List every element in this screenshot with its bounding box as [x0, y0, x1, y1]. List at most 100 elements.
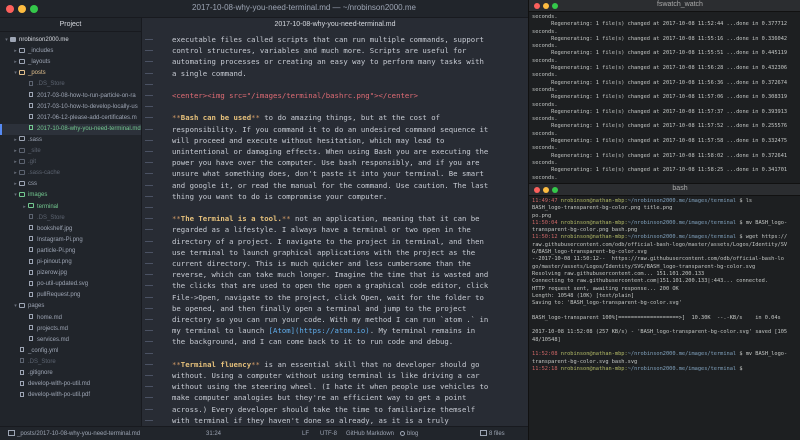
- terminal-top-output[interactable]: seconds. Regenerating: 1 file(s) changed…: [532, 14, 800, 182]
- terminal-token: $: [736, 365, 746, 372]
- gutter-mark: [145, 95, 153, 96]
- editor-line: and google it, or read the manual for th…: [172, 180, 488, 191]
- tree-file[interactable]: .DS_Store: [0, 79, 141, 90]
- tree-item-label: _config.yml: [28, 347, 59, 354]
- editor-token: will proceed and execute without hesitat…: [172, 135, 445, 145]
- terminal-line: 11:52:18 nrobinson@nathan-mbp:~/nrobinso…: [532, 366, 800, 373]
- tree-folder[interactable]: ▸ _layouts: [0, 57, 141, 68]
- maximize-window-button[interactable]: [30, 5, 38, 13]
- gutter-mark: [145, 128, 153, 130]
- tree-file[interactable]: 2017-06-12-please-add-certificates.m: [0, 113, 141, 124]
- terminal-top-close-button[interactable]: [534, 3, 540, 9]
- tree-file[interactable]: particle-Pi.png: [0, 246, 141, 257]
- tree-folder[interactable]: ▸ _site: [0, 146, 141, 157]
- terminal-token: transparent-bg-color.png bash.png: [532, 227, 638, 234]
- terminal-line: seconds.: [532, 72, 558, 79]
- tree-item-label: _layouts: [28, 59, 51, 66]
- tree-file[interactable]: services.md: [0, 335, 141, 346]
- chevron-icon: ▸: [14, 170, 17, 177]
- tree-folder[interactable]: ▸ .sass: [0, 135, 141, 146]
- tree-file[interactable]: pi-pinout.png: [0, 257, 141, 268]
- editor-token: to do amazing things, but at the cost of: [259, 113, 441, 123]
- terminal-top-minimize-button[interactable]: [543, 3, 549, 9]
- editor-content[interactable]: executable files called scripts that can…: [172, 32, 522, 426]
- tree-file[interactable]: po-util-updated.svg: [0, 279, 141, 290]
- editor-token: executable files called scripts that can…: [172, 35, 484, 44]
- tree-folder[interactable]: ▾ pages: [0, 301, 141, 312]
- tree-file[interactable]: develop-with-po-util.md: [0, 379, 141, 390]
- chevron-icon: ▾: [14, 192, 17, 199]
- tab-editor-file[interactable]: 2017-10-08-why-you-need-terminal.md: [142, 18, 528, 32]
- file-icon: [20, 369, 24, 375]
- tree-file[interactable]: home.md: [0, 313, 141, 324]
- chevron-icon: ▸: [14, 181, 17, 188]
- tree-file[interactable]: _config.yml: [0, 346, 141, 357]
- editor-line: unsure what something does, don't paste …: [172, 168, 484, 179]
- file-icon: [20, 347, 24, 353]
- minimize-window-button[interactable]: [18, 5, 26, 13]
- editor-token: thing you want to do is compromise your …: [172, 191, 388, 201]
- terminal-bottom-maximize-button[interactable]: [552, 187, 558, 193]
- status-grammar[interactable]: GitHub Markdown: [346, 427, 394, 440]
- gutter-mark: [145, 61, 153, 63]
- tree-file[interactable]: .gitignore: [0, 368, 141, 379]
- tree-folder[interactable]: ▸ _includes: [0, 46, 141, 57]
- tree-folder[interactable]: ▸ .sass-cache: [0, 168, 141, 179]
- terminal-line: transparent-bg-color.png bash.png: [532, 227, 800, 234]
- tree-file[interactable]: develop-with-po-util.pdf: [0, 390, 141, 401]
- terminal-line: Regenerating: 1 file(s) changed at 2017-…: [532, 167, 788, 174]
- editor-line: the clicks that are used to open the ope…: [172, 280, 488, 291]
- tab-project[interactable]: Project: [0, 18, 142, 32]
- gutter-mark: [145, 39, 153, 40]
- atom-window: 2017-10-08-why-you-need-terminal.md — ~/…: [0, 0, 528, 440]
- tree-file[interactable]: projects.md: [0, 324, 141, 335]
- tree-folder[interactable]: ▾ images: [0, 190, 141, 201]
- gutter-mark: [145, 408, 153, 410]
- terminal-bottom-minimize-button[interactable]: [543, 187, 549, 193]
- terminal-line: Regenerating: 1 file(s) changed at 2017-…: [532, 50, 788, 57]
- editor-token: <img src="/images/terminal/bashrc.png">: [207, 91, 379, 100]
- text-editor[interactable]: executable files called scripts that can…: [142, 32, 528, 426]
- tree-file[interactable]: 2017-03-08-how-to-run-particle-on-ra: [0, 91, 141, 102]
- file-icon: [29, 280, 33, 286]
- tree-file[interactable]: 2017-10-08-why-you-need-terminal.md: [0, 123, 141, 135]
- editor-line: <center><img src="/images/terminal/bashr…: [172, 90, 418, 101]
- tree-folder[interactable]: ▸ terminal: [0, 202, 141, 213]
- tree-file[interactable]: bookshelf.jpg: [0, 224, 141, 235]
- status-files[interactable]: 8 files: [480, 427, 505, 440]
- close-window-button[interactable]: [6, 5, 14, 13]
- tree-file[interactable]: pizerow.jpg: [0, 268, 141, 279]
- status-cursor-position[interactable]: 31:24: [206, 427, 221, 440]
- terminal-line: Length: 10548 (10K) [text/plain]: [532, 293, 800, 300]
- gutter-mark: [145, 341, 153, 343]
- tree-item-label: bookshelf.jpg: [37, 225, 73, 232]
- tree-folder[interactable]: ▸ .git: [0, 157, 141, 168]
- status-line-ending[interactable]: LF: [302, 427, 309, 440]
- status-file[interactable]: _posts/2017-10-08-why-you-need-terminal.…: [8, 427, 140, 440]
- tree-file[interactable]: Instagram-Pi.png: [0, 235, 141, 246]
- terminal-line: transparent-bg-color.svg bash.svg: [532, 359, 800, 366]
- file-icon: [29, 314, 33, 319]
- terminal-line: seconds.: [532, 101, 558, 108]
- terminal-token: nrobinson@nathan-mbp:: [557, 234, 628, 241]
- tree-file[interactable]: .DS_Store: [0, 357, 141, 368]
- editor-line: across.) Every developer should take the…: [172, 404, 475, 415]
- tree-item-label: .DS_Store: [37, 214, 65, 221]
- editor-token: responsibility. If you command it to do …: [172, 124, 489, 134]
- tree-item-label: 2017-06-12-please-add-certificates.m: [37, 114, 137, 121]
- tree-file[interactable]: 2017-03-10-how-to-develop-locally-us: [0, 102, 141, 113]
- status-branch[interactable]: blog: [400, 427, 418, 440]
- terminal-bottom-output[interactable]: 11:49:47 nrobinson@nathan-mbp:~/nrobinso…: [532, 198, 800, 373]
- terminal-line: Regenerating: 1 file(s) changed at 2017-…: [532, 79, 788, 86]
- tree-file[interactable]: pullRequest.png: [0, 290, 141, 301]
- tree-folder[interactable]: ▾ nrobinson2000.me: [0, 35, 141, 46]
- tree-folder[interactable]: ▸ css: [0, 179, 141, 190]
- terminal-top-maximize-button[interactable]: [552, 3, 558, 9]
- tree-folder[interactable]: ▾ _posts: [0, 68, 141, 79]
- terminal-line: Regenerating: 1 file(s) changed at 2017-…: [532, 35, 788, 42]
- tree-file[interactable]: .DS_Store: [0, 213, 141, 224]
- status-encoding[interactable]: UTF-8: [320, 427, 337, 440]
- terminal-line: BASH_logo-transparent-bg-color.png title…: [532, 205, 800, 212]
- terminal-bottom-close-button[interactable]: [534, 187, 540, 193]
- terminal-line: seconds.: [532, 174, 558, 181]
